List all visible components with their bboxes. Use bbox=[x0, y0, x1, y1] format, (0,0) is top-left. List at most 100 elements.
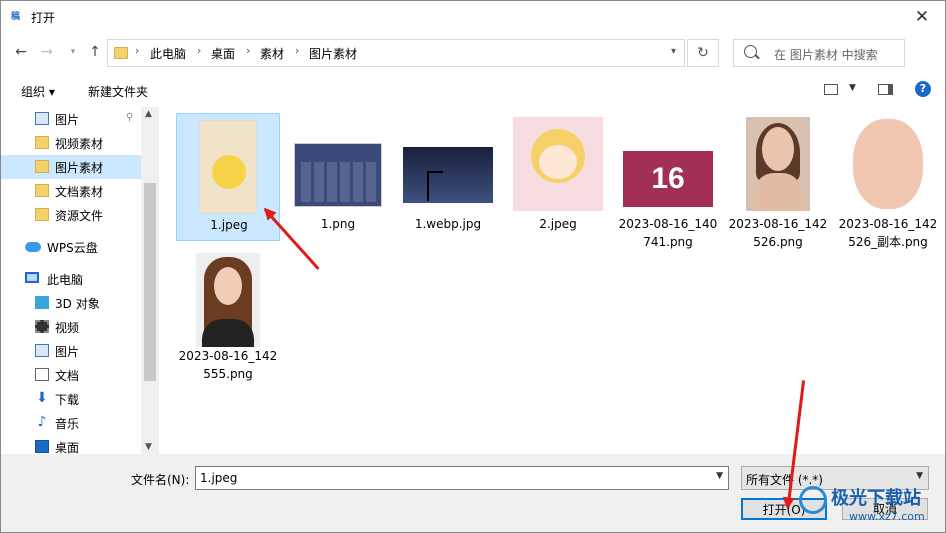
file-item[interactable]: 1.webp.jpg bbox=[396, 113, 500, 241]
sidebar-item-pictures[interactable]: 图片 bbox=[1, 339, 141, 363]
sidebar-item-label: 音乐 bbox=[55, 417, 80, 431]
file-list: 1.jpeg 1.png 1.webp.jpg 2.jpeg 16 2023-0… bbox=[161, 107, 945, 454]
sidebar-item-label: 图片 bbox=[55, 345, 80, 359]
close-icon: ✕ bbox=[914, 7, 930, 27]
close-button[interactable]: ✕ bbox=[899, 1, 945, 33]
music-icon: ♪ bbox=[37, 414, 47, 430]
help-icon[interactable]: ? bbox=[915, 81, 931, 97]
file-item[interactable]: 2023-08-16_142 526.png bbox=[726, 113, 830, 249]
download-icon: ⬇ bbox=[36, 390, 48, 406]
view-options-icon[interactable] bbox=[824, 84, 838, 95]
address-bar[interactable]: › 此电脑 › 桌面 › 素材 › 图片素材 ▾ bbox=[107, 39, 685, 67]
sidebar-item-videos[interactable]: 视频 bbox=[1, 315, 141, 339]
breadcrumb-image-materials[interactable]: 图片素材 bbox=[309, 45, 357, 62]
chevron-right-icon: › bbox=[246, 44, 251, 57]
open-file-dialog: 稿 打开 ✕ ← → ▾ ↑ › 此电脑 › 桌面 › 素材 › 图片素材 ▾ … bbox=[0, 0, 946, 533]
image-thumbnail bbox=[294, 143, 382, 207]
watermark-text: 极光下载站 bbox=[831, 488, 921, 509]
file-item[interactable]: 2023-08-16_142 526_副本.png bbox=[836, 113, 940, 249]
sidebar-item-downloads[interactable]: ⬇ 下载 bbox=[1, 387, 141, 411]
file-item[interactable]: 1.png bbox=[286, 113, 390, 241]
file-name: 1.webp.jpg bbox=[414, 217, 482, 231]
portrait-body-graphic bbox=[754, 173, 802, 211]
sidebar-item-label: WPS云盘 bbox=[47, 241, 98, 255]
forward-button[interactable]: → bbox=[37, 42, 57, 62]
sidebar-item-label: 视频素材 bbox=[55, 137, 104, 151]
dialog-title: 打开 bbox=[31, 11, 56, 25]
sidebar-item-document-materials[interactable]: 文档素材 bbox=[1, 179, 141, 203]
portrait-face-graphic bbox=[762, 127, 794, 171]
chevron-up-icon[interactable]: ▲ bbox=[145, 109, 152, 119]
image-thumbnail bbox=[403, 147, 493, 203]
recent-locations-button[interactable]: ▾ bbox=[63, 42, 83, 62]
tree-silhouette-graphic bbox=[427, 171, 443, 201]
sidebar-item-this-pc[interactable]: 此电脑 bbox=[1, 267, 141, 291]
file-name-line1: 2023-08-16_142 bbox=[728, 217, 828, 231]
sidebar-item-label: 文档素材 bbox=[55, 185, 104, 199]
calculator-graphic bbox=[301, 162, 377, 202]
watermark-url: www.xz7.com bbox=[849, 510, 925, 523]
sidebar-item-documents[interactable]: 文档 bbox=[1, 363, 141, 387]
image-thumbnail bbox=[196, 253, 260, 347]
organize-menu[interactable]: 组织 ▾ bbox=[21, 83, 55, 100]
cube-icon bbox=[35, 296, 49, 309]
chevron-down-icon[interactable]: ▼ bbox=[849, 83, 856, 93]
sidebar-scrollbar[interactable]: ▲ ▼ bbox=[141, 107, 159, 454]
chevron-right-icon: › bbox=[135, 44, 140, 57]
sidebar-item-music[interactable]: ♪ 音乐 bbox=[1, 411, 141, 435]
preview-pane-icon[interactable] bbox=[878, 84, 893, 95]
title-bar: 稿 打开 ✕ bbox=[1, 1, 945, 33]
watermark: 极光下载站 www.xz7.com bbox=[791, 480, 941, 532]
search-box[interactable]: 在 图片素材 中搜索 bbox=[733, 39, 905, 67]
pc-icon bbox=[25, 272, 39, 283]
file-name-line1: 2023-08-16_142 bbox=[178, 349, 278, 363]
file-name-line1: 2023-08-16_140 bbox=[618, 217, 718, 231]
cartoon-face-graphic bbox=[539, 145, 577, 179]
breadcrumb-desktop[interactable]: 桌面 bbox=[211, 45, 235, 62]
filename-label: 文件名(N): bbox=[131, 473, 190, 487]
sidebar-item-wps-cloud[interactable]: WPS云盘 bbox=[1, 235, 141, 259]
sidebar-item-resource-files[interactable]: 资源文件 bbox=[1, 203, 141, 227]
portrait-face-graphic bbox=[853, 119, 923, 209]
breadcrumb-materials[interactable]: 素材 bbox=[260, 45, 284, 62]
sidebar-item-3d-objects[interactable]: 3D 对象 bbox=[1, 291, 141, 315]
file-item[interactable]: 16 2023-08-16_140 741.png bbox=[616, 113, 720, 249]
document-icon bbox=[35, 368, 49, 381]
folder-icon bbox=[35, 136, 49, 149]
navigation-bar: ← → ▾ ↑ › 此电脑 › 桌面 › 素材 › 图片素材 ▾ ↻ 在 图片素… bbox=[1, 33, 945, 73]
chevron-down-icon[interactable]: ▼ bbox=[716, 471, 723, 481]
new-folder-button[interactable]: 新建文件夹 bbox=[88, 83, 148, 100]
picture-icon bbox=[35, 112, 49, 125]
arrow-right-icon: → bbox=[41, 44, 53, 60]
sidebar-item-label: 下载 bbox=[55, 393, 80, 407]
refresh-button[interactable]: ↻ bbox=[687, 39, 719, 67]
search-icon bbox=[744, 45, 757, 58]
arrow-up-icon: ↑ bbox=[89, 44, 101, 60]
file-item[interactable]: 2023-08-16_142 555.png bbox=[176, 249, 280, 381]
sidebar-item-pictures-pinned[interactable]: 图片 ⚲ bbox=[1, 107, 141, 131]
sidebar-item-label: 文档 bbox=[55, 369, 80, 383]
sidebar-item-label: 资源文件 bbox=[55, 209, 104, 223]
chevron-down-icon: ▾ bbox=[70, 47, 76, 57]
search-placeholder: 在 图片素材 中搜索 bbox=[774, 48, 878, 62]
pin-icon: ⚲ bbox=[126, 112, 134, 123]
sidebar-item-image-materials[interactable]: 图片素材 bbox=[1, 155, 141, 179]
back-button[interactable]: ← bbox=[11, 42, 31, 62]
up-button[interactable]: ↑ bbox=[85, 42, 105, 62]
breadcrumb-this-pc[interactable]: 此电脑 bbox=[150, 45, 186, 62]
file-item[interactable]: 1.jpeg bbox=[176, 113, 280, 241]
app-icon: 稿 bbox=[11, 12, 21, 22]
chevron-down-icon[interactable]: ▾ bbox=[671, 46, 676, 57]
file-name-line2: 555.png bbox=[203, 367, 253, 381]
desktop-icon bbox=[35, 440, 49, 453]
chevron-down-icon[interactable]: ▼ bbox=[145, 442, 152, 452]
watermark-logo-icon bbox=[799, 486, 827, 514]
sidebar-item-video-materials[interactable]: 视频素材 bbox=[1, 131, 141, 155]
chevron-right-icon: › bbox=[197, 44, 202, 57]
video-icon bbox=[35, 320, 49, 333]
file-item[interactable]: 2.jpeg bbox=[506, 113, 610, 241]
filename-input[interactable]: 1.jpeg ▼ bbox=[195, 466, 729, 490]
scrollbar-thumb[interactable] bbox=[144, 183, 156, 381]
file-name-line2: 526.png bbox=[753, 235, 803, 249]
sidebar-item-label: 视频 bbox=[55, 321, 80, 335]
